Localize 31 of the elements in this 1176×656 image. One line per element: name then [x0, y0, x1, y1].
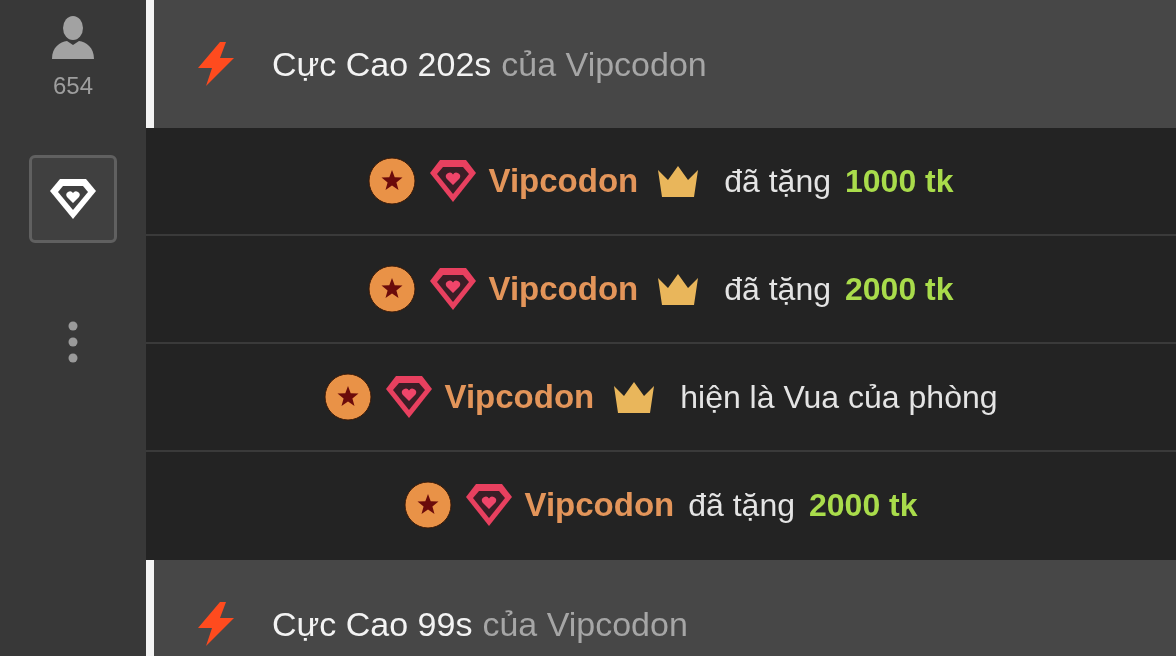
gem-heart-icon — [384, 374, 435, 420]
event-message: hiện là Vua của phòng — [680, 378, 998, 417]
more-icon — [68, 321, 78, 363]
gem-heart-icon — [428, 158, 479, 204]
gift-amount: 1000 tk — [845, 162, 954, 201]
gem-heart-icon — [428, 266, 479, 312]
username: Vipcodon — [488, 161, 639, 201]
star-badge-icon — [404, 481, 453, 529]
star-badge-icon — [368, 265, 417, 313]
event-message: đã tặng — [688, 486, 795, 525]
username: Vipcodon — [444, 377, 595, 417]
gifts-tab[interactable] — [29, 155, 117, 243]
round-title: Cực Cao 202s — [272, 44, 492, 84]
star-badge-icon — [324, 373, 373, 421]
viewer-count: 654 — [52, 72, 93, 100]
person-icon — [50, 15, 96, 59]
gift-amount: 2000 tk — [845, 270, 954, 309]
event-message: đã tặng — [724, 270, 831, 309]
lightning-icon — [196, 602, 236, 646]
event-message: đã tặng — [724, 162, 831, 201]
diamond-heart-icon — [48, 177, 98, 221]
round-byline: của Vipcodon — [501, 44, 707, 84]
username: Vipcodon — [524, 485, 675, 525]
lightning-icon — [196, 42, 236, 86]
more-button[interactable] — [68, 321, 78, 363]
gift-amount: 2000 tk — [809, 486, 918, 525]
star-badge-icon — [368, 157, 417, 205]
round-title: Cực Cao 99s — [272, 604, 473, 644]
round-byline: của Vipcodon — [482, 604, 688, 644]
username: Vipcodon — [488, 269, 639, 309]
gem-heart-icon — [464, 482, 515, 528]
